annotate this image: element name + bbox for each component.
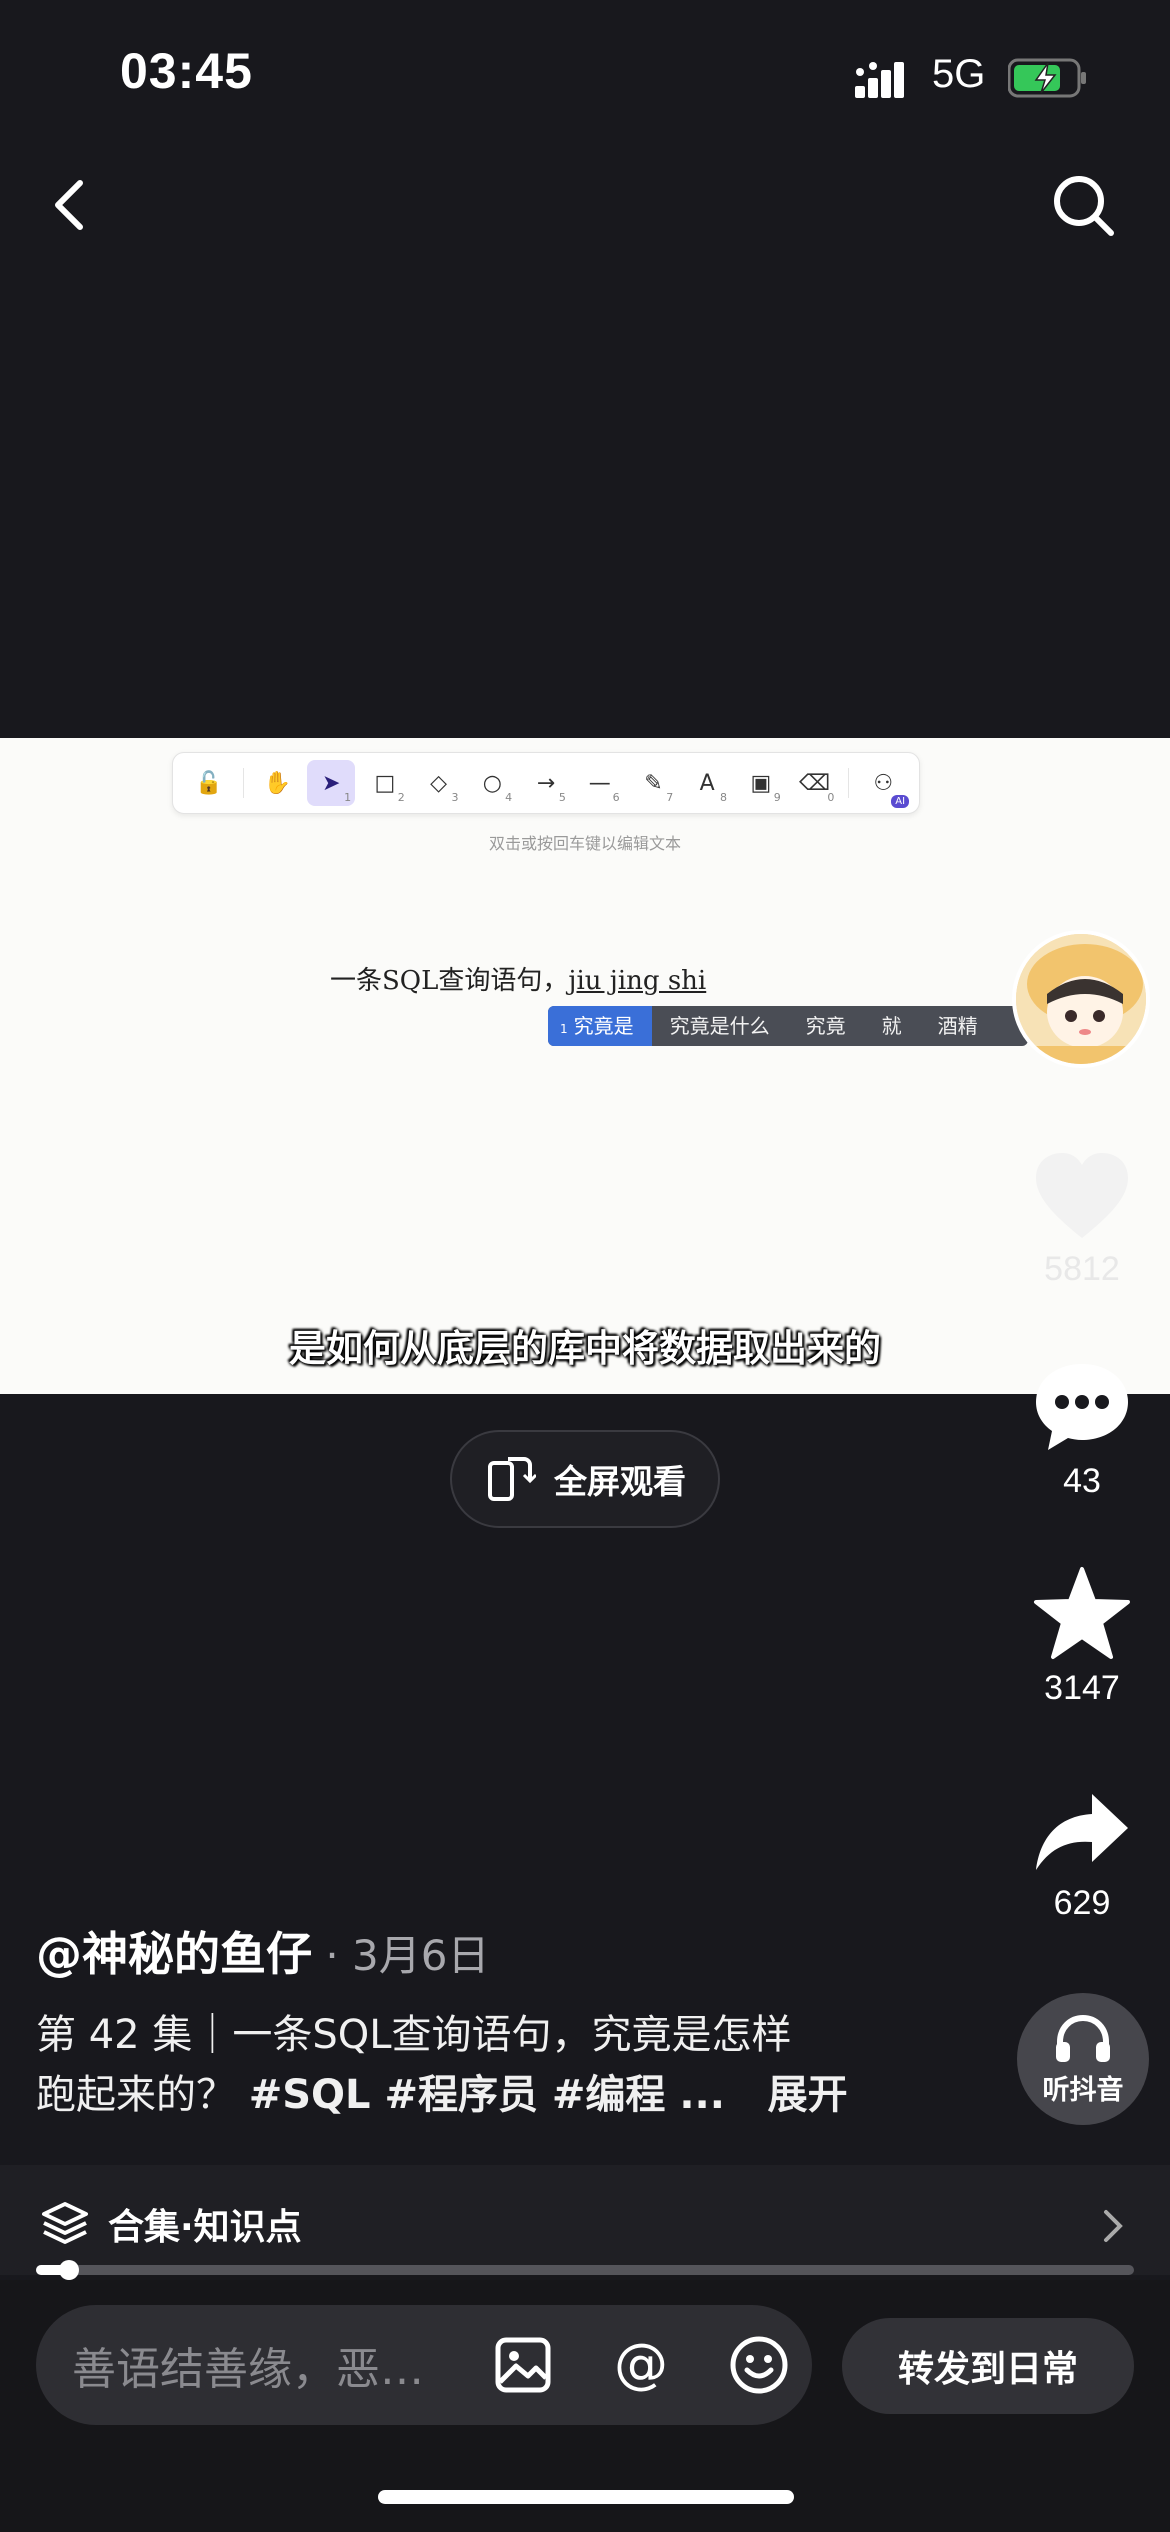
listen-label: 听抖音: [1042, 2074, 1124, 2106]
rotate-screen-icon: [488, 1457, 536, 1501]
favorite-action[interactable]: 3147: [1012, 1565, 1152, 1708]
svg-text:@: @: [614, 2334, 668, 2395]
network-type: 5G: [932, 52, 986, 96]
headphones-icon: [1056, 2014, 1110, 2062]
text-icon: A8: [699, 770, 727, 805]
video-progress-handle[interactable]: [59, 2260, 79, 2280]
circle-icon: ○ 4: [482, 770, 513, 805]
cursor-icon: ➤ 1: [307, 760, 356, 806]
share-count: 629: [1053, 1884, 1111, 1922]
comment-action[interactable]: 43: [1012, 1360, 1152, 1501]
comment-placeholder: 善语结善缘，恶…: [72, 2344, 424, 2395]
author-avatar[interactable]: [1012, 930, 1150, 1068]
video-player[interactable]: 🔓 ✋ ➤ 1 □ 2 ◇ 3 ○ 4 → 5 —6 ✎ 7 A8 ▣ 9 ⌫ 0 ⚇ AI 双击…: [0, 738, 1170, 1394]
description-line-1: 第 42 集｜一条SQL查询语句，究竟是怎样: [36, 2012, 792, 2058]
eraser-icon: ⌫ 0: [798, 770, 835, 805]
author-line: @神秘的鱼仔 · 3月6日: [36, 1918, 490, 1984]
ime-candidate: 究竟是什么: [669, 1014, 770, 1038]
listen-button[interactable]: 听抖音: [1017, 1993, 1149, 2125]
image-icon: ▣ 9: [750, 770, 781, 805]
layers-icon: [42, 2202, 88, 2244]
comment-count: 43: [1063, 1462, 1101, 1500]
comment-input[interactable]: 善语结善缘，恶… @: [36, 2305, 812, 2425]
edit-hint: 双击或按回车键以编辑文本: [488, 834, 681, 853]
author-name[interactable]: @神秘的鱼仔: [36, 1927, 312, 1981]
ime-candidate: 就: [881, 1014, 902, 1038]
signal-icon: [855, 62, 904, 98]
chevron-right-icon: [1104, 2210, 1123, 2242]
ime-candidate: 1 究竟是: [548, 1006, 652, 1046]
fullscreen-button[interactable]: 全屏观看: [450, 1430, 720, 1528]
video-subtitle: 是如何从底层的库中将数据取出来的: [289, 1327, 881, 1370]
video-description: 第 42 集｜一条SQL查询语句，究竟是怎样 跑起来的？ #SQL #程序员 #…: [36, 2005, 916, 2125]
emoji-icon[interactable]: [728, 2334, 790, 2396]
arrow-icon: → 5: [536, 770, 566, 805]
ime-candidate: 酒精: [937, 1014, 978, 1038]
pencil-icon: ✎ 7: [644, 770, 674, 805]
comment-icon: [1036, 1364, 1128, 1450]
share-arrow-icon: [1036, 1794, 1128, 1870]
line-icon: —6: [588, 770, 620, 805]
favorite-count: 3147: [1044, 1669, 1120, 1707]
hashtags[interactable]: #SQL #程序员 #编程 ...: [249, 2072, 725, 2118]
image-picker-icon[interactable]: [492, 2334, 554, 2396]
like-count: 5812: [1044, 1250, 1120, 1288]
post-date: · 3月6日: [312, 1931, 490, 1980]
heart-icon: [1036, 1153, 1128, 1238]
ime-candidate-bar: 1 究竟是 究竟是什么 究竟 就 酒精: [548, 1006, 1028, 1046]
divider: [242, 768, 244, 798]
home-indicator[interactable]: [378, 2490, 794, 2504]
collection-label: 合集·知识点: [108, 2207, 302, 2248]
like-action[interactable]: 5812: [1012, 1150, 1152, 1289]
fullscreen-label: 全屏观看: [554, 1462, 686, 1501]
hand-icon: ✋: [263, 770, 292, 796]
handwriting-prefix: 一条SQL查询语句，: [330, 966, 569, 996]
status-time: 03:45: [120, 43, 253, 99]
lock-icon: 🔓: [195, 770, 223, 796]
whiteboard-toolbar: 🔓 ✋ ➤ 1 □ 2 ◇ 3 ○ 4 → 5 —6 ✎ 7 A8 ▣ 9 ⌫ 0 ⚇ AI: [172, 752, 920, 814]
back-icon[interactable]: [40, 165, 100, 245]
expand-link[interactable]: 展开: [768, 2072, 848, 2118]
video-progress-track[interactable]: [36, 2265, 1134, 2275]
share-action[interactable]: 629: [1012, 1790, 1152, 1923]
diamond-icon: ◇ 3: [430, 770, 459, 805]
ime-index: 1: [560, 1022, 568, 1036]
battery-icon: [1008, 58, 1086, 98]
divider: [848, 768, 850, 798]
search-icon[interactable]: [1045, 165, 1125, 245]
mention-icon[interactable]: @: [610, 2334, 672, 2396]
share-to-daily-button[interactable]: 转发到日常: [842, 2318, 1134, 2414]
ime-candidate: 究竟: [805, 1014, 846, 1038]
description-line-2: 跑起来的？ #SQL #程序员 #编程 ... 展开: [36, 2065, 916, 2125]
shapes-ai-icon: ⚇ AI: [859, 760, 910, 808]
handwritten-text: 一条SQL查询语句，jiu jing shi: [330, 960, 706, 997]
handwriting-typed: jiu jing shi: [568, 966, 707, 996]
description-text: 跑起来的？: [36, 2072, 249, 2118]
rectangle-icon: □ 2: [374, 770, 405, 805]
star-icon: [1034, 1567, 1130, 1659]
